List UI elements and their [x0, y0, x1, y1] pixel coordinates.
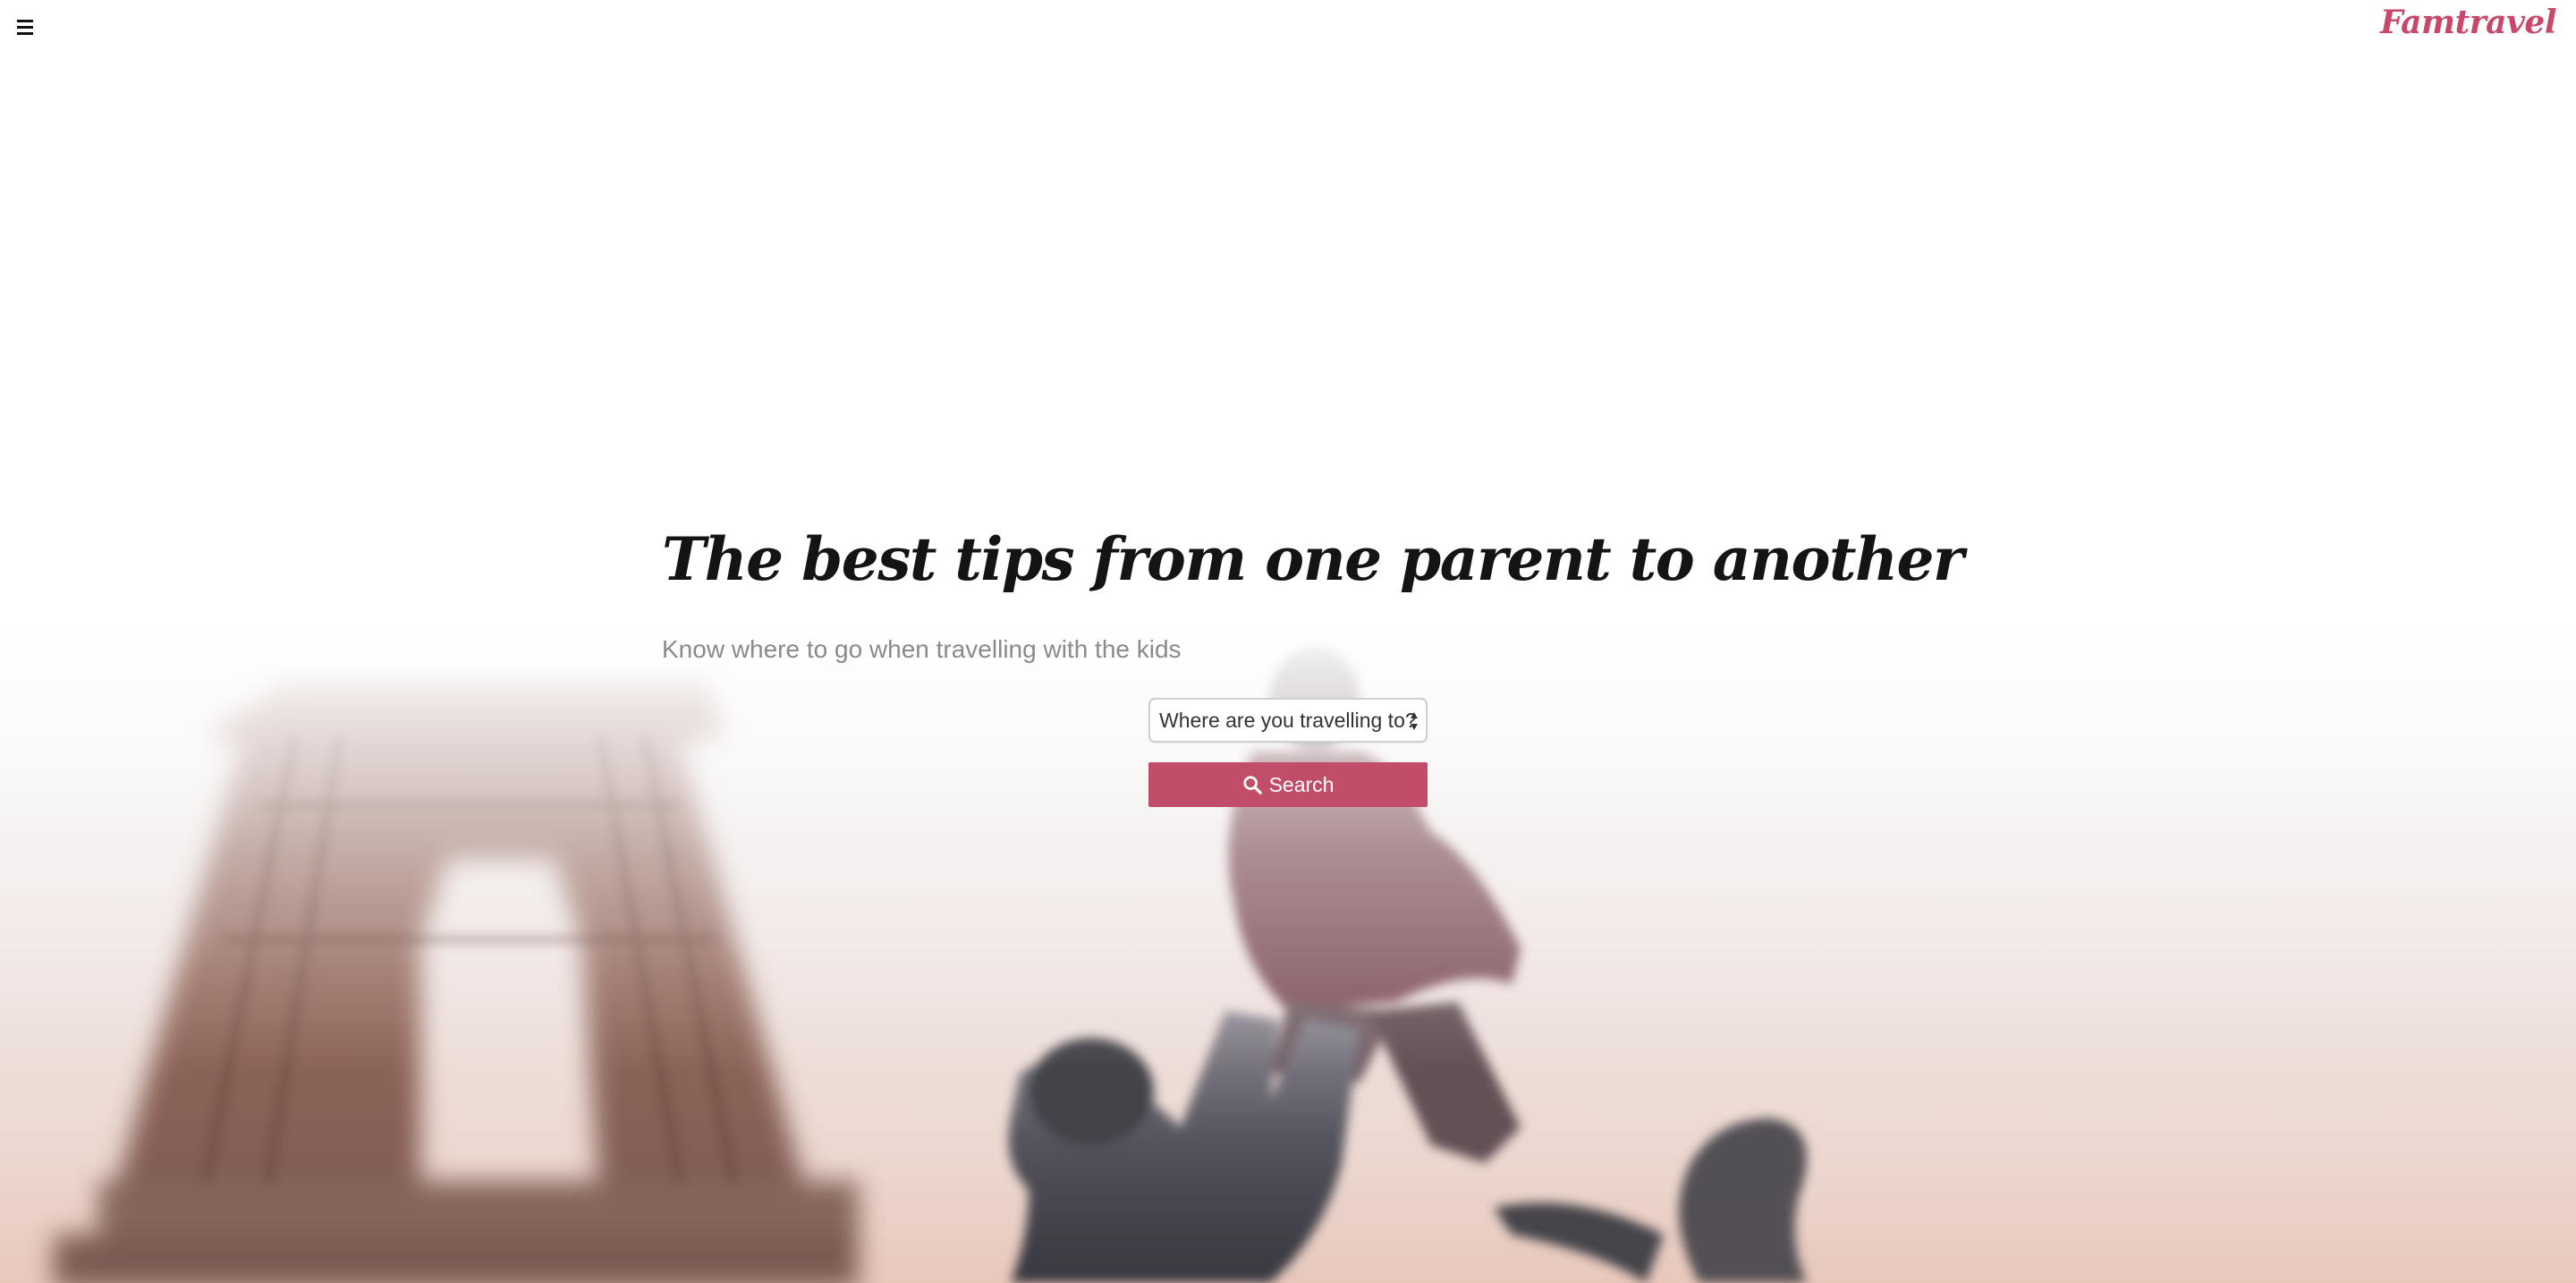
destination-select-value: Where are you travelling to? — [1159, 708, 1417, 732]
menu-bar — [17, 31, 33, 35]
page: Famtravel The best tips from one parent … — [0, 0, 2576, 1283]
select-arrows-icon — [1411, 712, 1418, 730]
brand-logo[interactable]: Famtravel — [2380, 4, 2556, 41]
hero-photo — [54, 646, 1807, 1283]
menu-bar — [17, 25, 33, 29]
hero-headline: The best tips from one parent to another — [662, 524, 1964, 594]
eiffel-tower-image — [54, 680, 859, 1283]
search-button[interactable]: Search — [1148, 762, 1428, 807]
search-icon — [1242, 776, 1262, 794]
menu-bar — [17, 19, 33, 22]
hamburger-menu-icon[interactable] — [14, 14, 36, 39]
destination-select[interactable]: Where are you travelling to? — [1148, 698, 1428, 743]
search-button-label: Search — [1268, 772, 1335, 796]
hero-subheadline: Know where to go when travelling with th… — [662, 635, 1182, 663]
